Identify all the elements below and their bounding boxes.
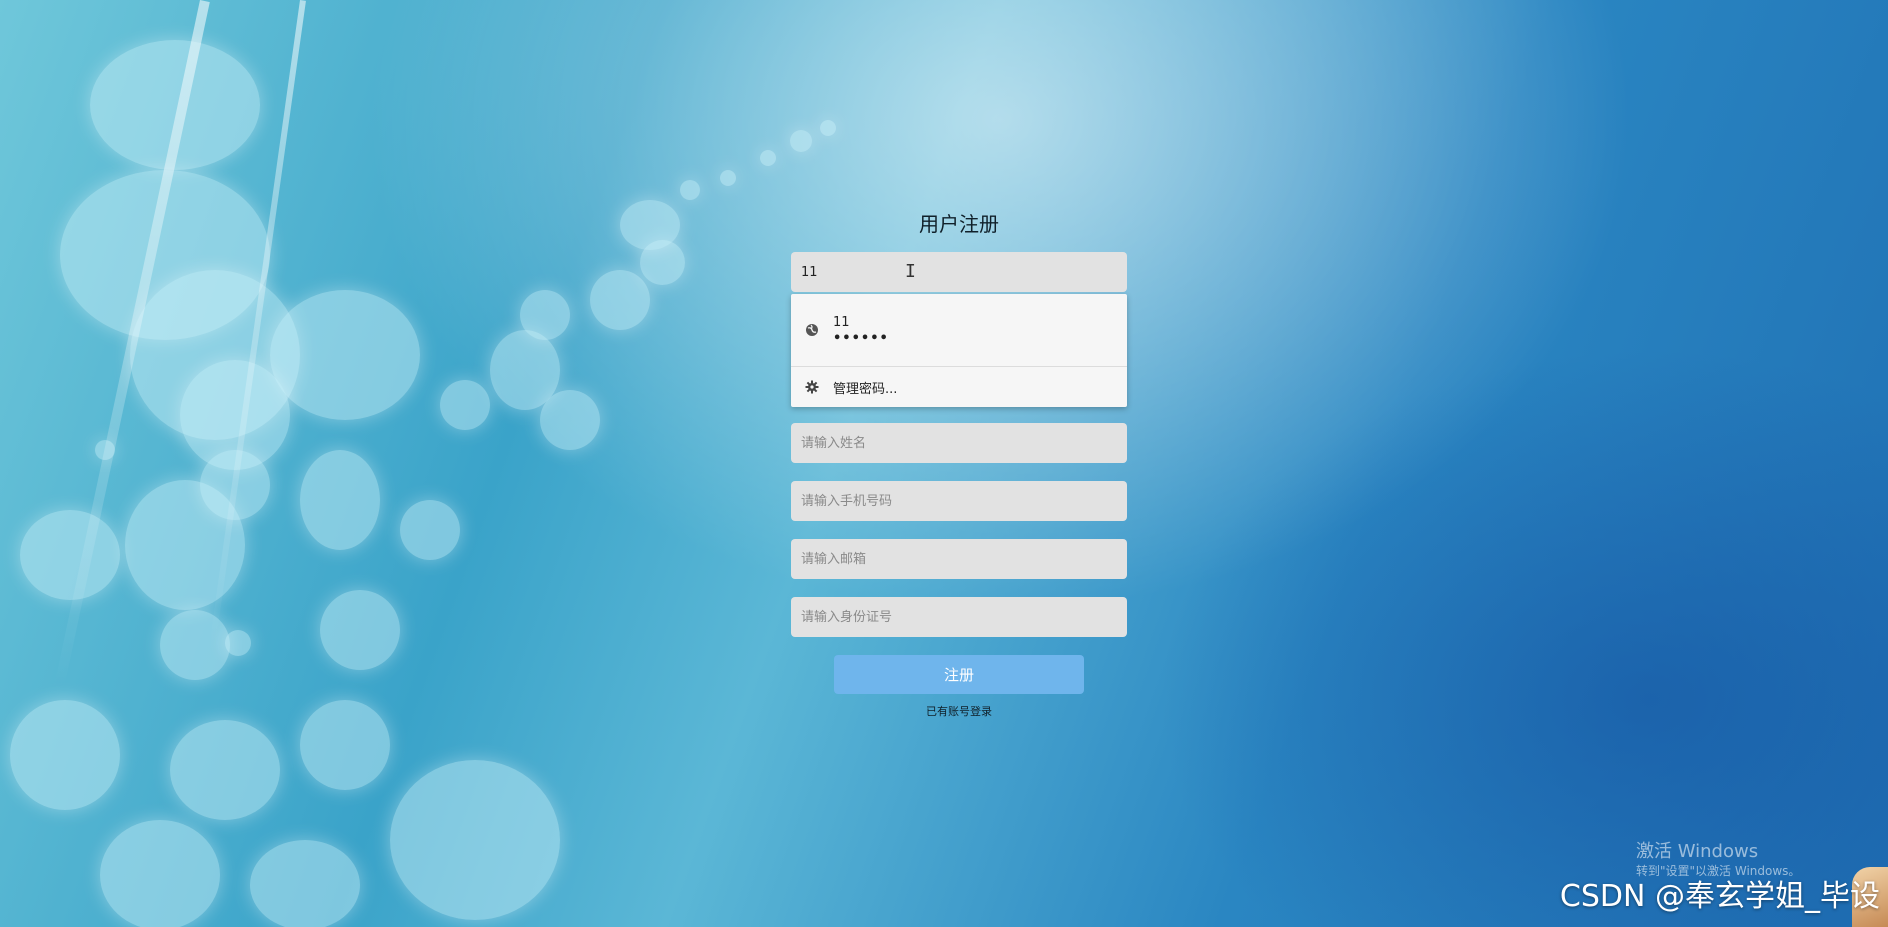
autofill-username: 11	[833, 315, 850, 330]
page-title: 用户注册	[919, 212, 999, 236]
page: 用户注册 I 11 ••••••	[0, 0, 1888, 927]
idcard-input[interactable]	[791, 597, 1127, 637]
register-form: 用户注册 I 11 ••••••	[791, 210, 1127, 719]
username-field-wrapper: I	[791, 252, 1127, 292]
globe-icon	[805, 323, 819, 337]
text-cursor-icon: I	[905, 261, 916, 282]
csdn-watermark: CSDN @奉玄学姐_毕设	[1559, 879, 1880, 914]
autofill-password: ••••••	[833, 331, 889, 346]
gear-icon	[805, 380, 819, 394]
register-button[interactable]: 注册	[834, 655, 1084, 694]
login-link[interactable]: 已有账号登录	[791, 703, 1127, 719]
username-input[interactable]	[791, 252, 1127, 292]
name-input[interactable]	[791, 423, 1127, 463]
manage-passwords-label: 管理密码...	[833, 381, 898, 397]
autofill-dropdown: 11 •••••• 管理密码...	[791, 294, 1127, 407]
autofill-credentials: 11 ••••••	[833, 314, 889, 346]
autofill-suggestion[interactable]: 11 ••••••	[791, 294, 1127, 366]
light-ray	[54, 0, 210, 687]
phone-input[interactable]	[791, 481, 1127, 521]
manage-passwords-item[interactable]: 管理密码...	[791, 367, 1127, 407]
activation-title: 激活 Windows	[1636, 841, 1759, 862]
email-input[interactable]	[791, 539, 1127, 579]
light-ray	[209, 0, 306, 645]
